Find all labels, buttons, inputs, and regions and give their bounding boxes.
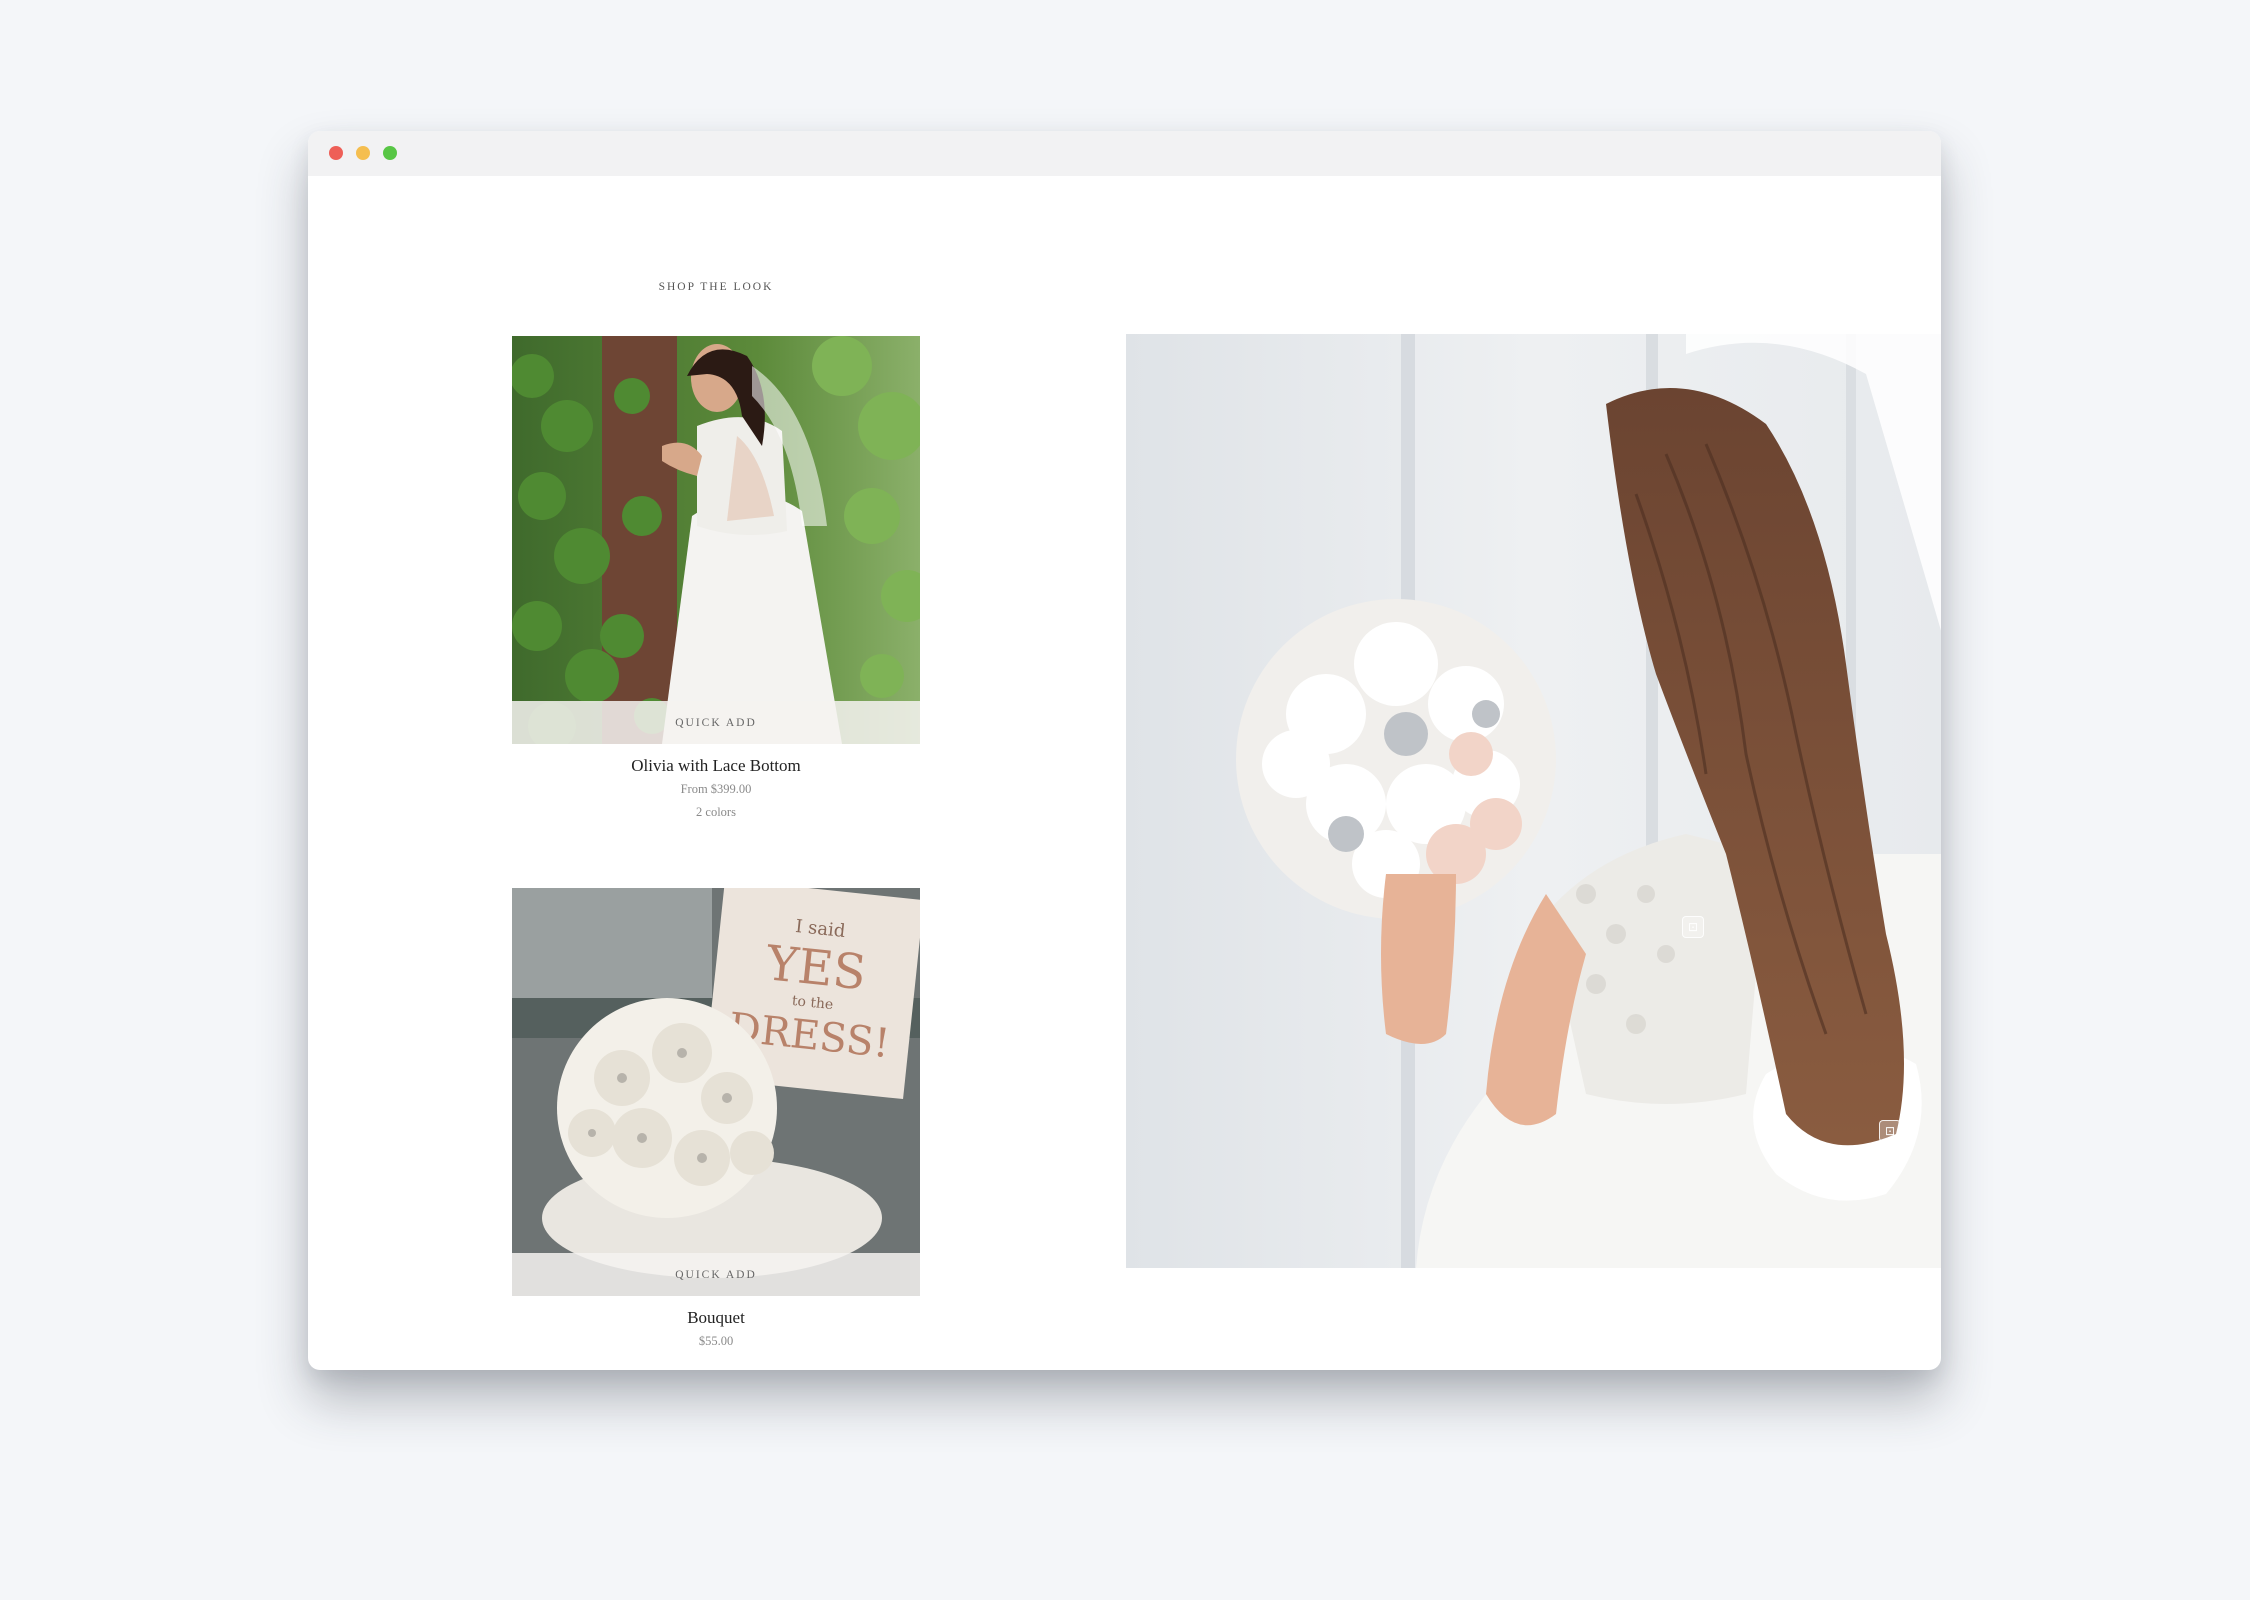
close-window-button[interactable]: [329, 146, 343, 160]
sign-text-line2: YES: [763, 935, 869, 1001]
minimize-window-button[interactable]: [356, 146, 370, 160]
photo-girl-in-white-dress: [512, 336, 920, 744]
maximize-window-button[interactable]: [383, 146, 397, 160]
shop-the-look-hero-image: ⊡ ⊡: [1126, 334, 1941, 1268]
product-card[interactable]: QUICK ADD Olivia with Lace Bottom From $…: [512, 336, 920, 820]
product-hotspot-dress[interactable]: ⊡: [1879, 1120, 1901, 1142]
product-image-bouquet[interactable]: I said YES to the DRESS! QUICK ADD: [512, 888, 920, 1296]
product-price: $55.00: [698, 1334, 734, 1348]
product-image-olivia[interactable]: QUICK ADD: [512, 336, 920, 744]
window-titlebar: [308, 131, 1941, 176]
photo-white-bouquet: I said YES to the DRESS!: [512, 888, 920, 1296]
product-hotspot-bouquet[interactable]: ⊡: [1682, 916, 1704, 938]
browser-window: SHOP THE LOOK QUICK ADD Olivia with Lace…: [308, 131, 1941, 1370]
product-price: From $399.00: [680, 782, 752, 796]
quick-add-button[interactable]: QUICK ADD: [512, 1253, 920, 1296]
product-name[interactable]: Bouquet: [512, 1308, 920, 1328]
page-content: SHOP THE LOOK QUICK ADD Olivia with Lace…: [308, 176, 1941, 1370]
shop-the-look-heading: SHOP THE LOOK: [658, 281, 774, 293]
quick-add-button[interactable]: QUICK ADD: [512, 701, 920, 744]
product-name[interactable]: Olivia with Lace Bottom: [512, 756, 920, 776]
photo-girl-holding-bouquet: [1126, 334, 1941, 1268]
product-card[interactable]: I said YES to the DRESS! QUICK ADD Bouqu…: [512, 888, 920, 1349]
product-color-count: 2 colors: [696, 805, 736, 819]
